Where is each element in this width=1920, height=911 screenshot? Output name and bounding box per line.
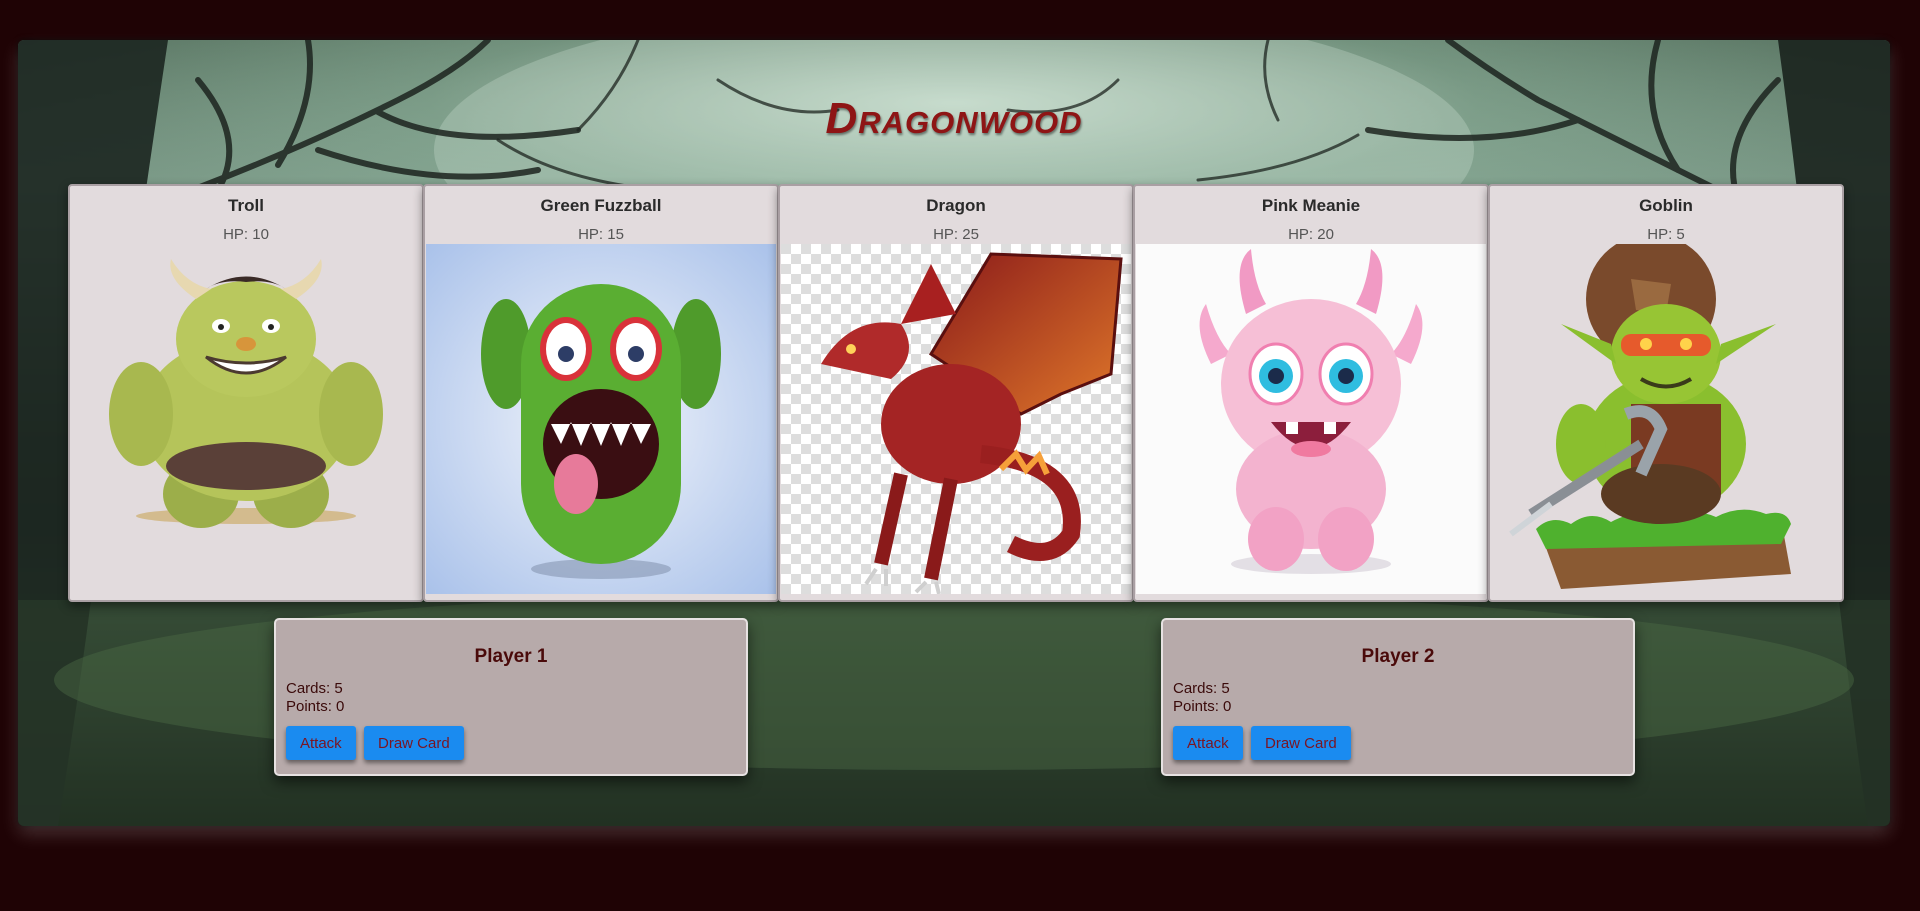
monster-hp: HP: 25 xyxy=(933,226,979,243)
pink-meanie-image xyxy=(1136,244,1486,594)
attack-button[interactable]: Attack xyxy=(286,726,356,760)
monster-hp: HP: 5 xyxy=(1647,226,1685,243)
monster-name: Troll xyxy=(228,196,264,215)
player-cards: Cards: 5 xyxy=(286,680,343,697)
goblin-image xyxy=(1491,244,1841,594)
player-points: Points: 0 xyxy=(1173,698,1232,715)
draw-card-button[interactable]: Draw Card xyxy=(364,726,464,760)
monster-name: Green Fuzzball xyxy=(540,196,662,215)
monster-card-troll[interactable]: Troll HP: 10 xyxy=(68,184,424,602)
game-board: Dragonwood Troll HP: 10 Green Fuzzball H… xyxy=(18,40,1890,826)
attack-button[interactable]: Attack xyxy=(1173,726,1243,760)
draw-card-button[interactable]: Draw Card xyxy=(1251,726,1351,760)
monster-name: Goblin xyxy=(1639,196,1693,215)
player-cards: Cards: 5 xyxy=(1173,680,1230,697)
monster-name: Pink Meanie xyxy=(1261,196,1361,215)
player-points: Points: 0 xyxy=(286,698,345,715)
player-2-panel: Player 2 Cards: 5 Points: 0 Attack Draw … xyxy=(1161,618,1635,776)
monster-card-pink-meanie[interactable]: Pink Meanie HP: 20 xyxy=(1133,184,1489,602)
monster-name: Dragon xyxy=(926,196,986,215)
monster-card-dragon[interactable]: Dragon HP: 25 xyxy=(778,184,1134,602)
player-1-panel: Player 1 Cards: 5 Points: 0 Attack Draw … xyxy=(274,618,748,776)
monster-card-goblin[interactable]: Goblin HP: 5 xyxy=(1488,184,1844,602)
troll-image xyxy=(71,244,421,594)
dragon-image xyxy=(781,244,1131,594)
green-fuzzball-image xyxy=(426,244,776,594)
monster-hp: HP: 15 xyxy=(578,226,624,243)
monster-cards: Troll HP: 10 Green Fuzzball HP: 15 Drago… xyxy=(68,184,1844,602)
monster-hp: HP: 10 xyxy=(223,226,269,243)
player-name: Player 2 xyxy=(1361,646,1435,667)
player-name: Player 1 xyxy=(474,646,548,667)
game-title: Dragonwood xyxy=(825,94,1083,143)
monster-hp: HP: 20 xyxy=(1288,226,1334,243)
monster-card-green-fuzzball[interactable]: Green Fuzzball HP: 15 xyxy=(423,184,779,602)
